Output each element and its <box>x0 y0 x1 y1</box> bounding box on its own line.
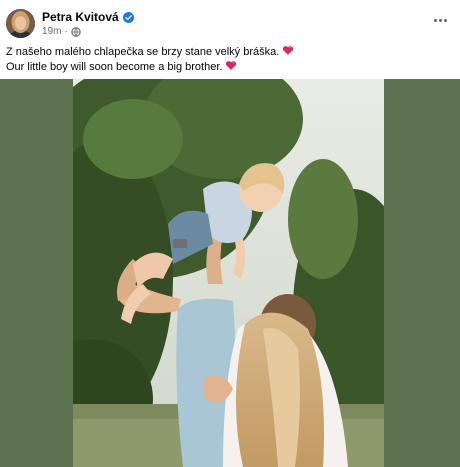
more-options-icon <box>433 18 437 22</box>
verified-badge-icon <box>122 11 134 23</box>
caption-line-1: Z našeho malého chlapečka se brzy stane … <box>6 45 446 60</box>
caption-text-en: Our little boy will soon become a big br… <box>6 61 223 73</box>
globe-icon[interactable] <box>71 26 81 37</box>
heart-icon <box>283 46 294 55</box>
caption-text-cz: Z našeho malého chlapečka se brzy stane … <box>6 46 280 58</box>
post-meta: 19m · <box>42 26 81 37</box>
heart-icon <box>226 61 237 70</box>
post-caption: Z našeho malého chlapečka se brzy stane … <box>6 45 446 75</box>
avatar[interactable] <box>6 9 35 38</box>
facebook-post: Petra Kvitová 19m · Z našeho malého chla… <box>0 0 460 467</box>
more-options-button[interactable] <box>430 12 450 28</box>
author-line: Petra Kvitová <box>42 10 134 24</box>
author-name[interactable]: Petra Kvitová <box>42 10 119 24</box>
post-header: Petra Kvitová 19m · <box>0 0 460 40</box>
post-timestamp[interactable]: 19m <box>42 26 61 37</box>
post-media[interactable] <box>0 79 460 467</box>
caption-line-2: Our little boy will soon become a big br… <box>6 60 446 75</box>
post-photo[interactable] <box>73 79 384 467</box>
meta-separator: · <box>64 26 68 37</box>
